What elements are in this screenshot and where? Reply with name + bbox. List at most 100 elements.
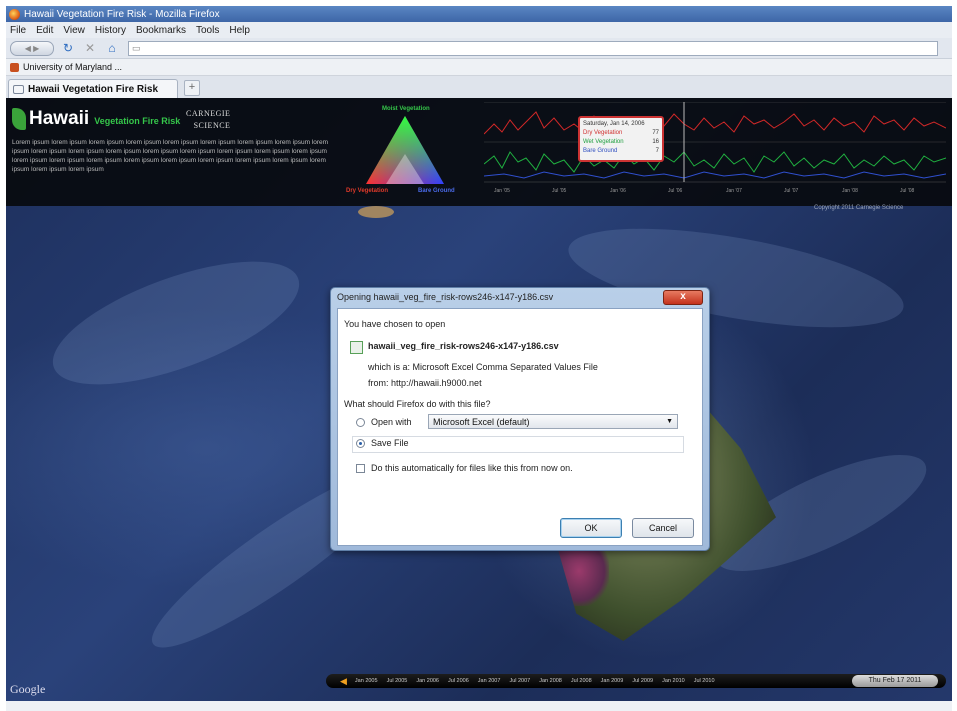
- partner-line2: SCIENCE: [193, 121, 231, 130]
- chart-tick: Jan '05: [494, 188, 510, 194]
- chart-tick: Jul '06: [668, 188, 683, 194]
- stop-icon[interactable]: ✕: [82, 40, 98, 56]
- copyright-text: Copyright 2011 Carnegie Science: [814, 205, 904, 211]
- wet-vegetation-series: [484, 151, 946, 173]
- timeline-current-date[interactable]: Thu Feb 17 2011: [852, 675, 938, 687]
- vegetation-timeseries-chart[interactable]: Jan '05 Jul '05 Jan '06 Jul '06 Jan '07 …: [484, 102, 946, 197]
- open-with-select[interactable]: Microsoft Excel (default) ▼: [428, 414, 678, 429]
- description-text: Lorem ipsum lorem ipsum lorem ipsum lore…: [12, 139, 329, 173]
- app-header: Hawaii Vegetation Fire Risk CARNEGIE SCI…: [6, 98, 952, 206]
- cancel-button[interactable]: Cancel: [632, 518, 694, 538]
- seafloor-ridge: [38, 236, 314, 410]
- firefox-icon: [9, 8, 20, 20]
- timeline-tick: Jul 2006: [448, 678, 469, 684]
- menu-file[interactable]: File: [10, 25, 26, 36]
- leaf-icon: [12, 108, 26, 130]
- menu-view[interactable]: View: [63, 25, 85, 36]
- tooltip-date: Saturday, Jan 14, 2006: [583, 121, 645, 127]
- tooltip-wet-label: Wet Vegetation: [583, 139, 624, 145]
- auto-action-checkbox[interactable]: [356, 464, 365, 473]
- open-with-value: Microsoft Excel (default): [433, 416, 530, 427]
- tooltip-bare-label: Bare Ground: [583, 148, 618, 154]
- tab-label: Hawaii Vegetation Fire Risk: [28, 83, 159, 95]
- tab-hawaii[interactable]: Hawaii Vegetation Fire Risk: [8, 79, 178, 98]
- timeline-tick: Jan 2007: [477, 678, 501, 684]
- tab-page-icon: [13, 84, 24, 94]
- timeline-tick: Jan 2005: [354, 678, 378, 684]
- timeline-tick: Jan 2008: [539, 678, 562, 684]
- tooltip-dry-value: 77: [652, 130, 659, 136]
- chart-tick: Jan '06: [610, 188, 626, 194]
- tab-bar: Hawaii Vegetation Fire Risk +: [6, 76, 952, 98]
- new-tab-button[interactable]: +: [184, 80, 200, 96]
- reload-icon[interactable]: ↻: [60, 40, 76, 56]
- app-logo: Hawaii Vegetation Fire Risk: [12, 108, 180, 130]
- csv-file-icon: [350, 341, 363, 354]
- page-icon: ▭: [132, 42, 141, 53]
- partner-line1: CARNEGIE: [186, 109, 231, 118]
- triangle-label-moist: Moist Vegetation: [382, 106, 430, 112]
- timeline-tick: Jul 2009: [632, 678, 654, 684]
- dialog-filename: hawaii_veg_fire_risk-rows246-x147-y186.c…: [368, 341, 559, 351]
- timeline-tick: Jan 2009: [600, 678, 624, 684]
- ok-button[interactable]: OK: [560, 518, 622, 538]
- auto-action-label[interactable]: Do this automatically for files like thi…: [371, 463, 573, 473]
- triangle-label-dry: Dry Vegetation: [346, 188, 389, 194]
- window-title: Hawaii Vegetation Fire Risk - Mozilla Fi…: [24, 8, 220, 20]
- save-file-label[interactable]: Save File: [371, 438, 409, 448]
- bookmark-item[interactable]: University of Maryland ...: [23, 62, 122, 72]
- timeline-tick: Jul 2008: [570, 678, 592, 684]
- tooltip-dry-label: Dry Vegetation: [583, 130, 623, 136]
- bookmark-icon: [10, 62, 19, 72]
- menu-bar: File Edit View History Bookmarks Tools H…: [6, 22, 952, 38]
- time-slider[interactable]: ◀ Jan 2005 Jul 2005 Jan 2006 Jul 2006 Ja…: [326, 674, 946, 688]
- chart-tooltip: Saturday, Jan 14, 2006 Dry Vegetation 77 …: [578, 116, 664, 162]
- chart-tick: Jan '07: [726, 188, 742, 194]
- back-forward-buttons[interactable]: ◀ ▶: [10, 40, 54, 56]
- island-map: [358, 206, 394, 218]
- menu-tools[interactable]: Tools: [196, 25, 219, 36]
- dialog-body: You have chosen to open hawaii_veg_fire_…: [337, 308, 703, 546]
- dry-vegetation-series: [484, 111, 946, 135]
- timeline-tick: Jul 2010: [693, 678, 715, 684]
- dialog-intro: You have chosen to open: [344, 319, 446, 329]
- tooltip-wet-value: 16: [652, 139, 659, 145]
- download-dialog: Opening hawaii_veg_fire_risk-rows246-x14…: [330, 287, 710, 551]
- timeline-tick: Jan 2006: [416, 678, 439, 684]
- dialog-close-button[interactable]: x: [663, 290, 703, 305]
- open-with-label[interactable]: Open with: [371, 417, 412, 427]
- timeline-tick: Jul 2005: [386, 678, 408, 684]
- menu-history[interactable]: History: [95, 25, 126, 36]
- bare-ground-series: [484, 171, 946, 179]
- dialog-filetype: which is a: Microsoft Excel Comma Separa…: [368, 362, 598, 372]
- color-triangle-legend: [366, 116, 444, 184]
- bookmarks-toolbar: University of Maryland ...: [6, 59, 952, 76]
- navigation-toolbar: ◀ ▶ ↻ ✕ ⌂ ▭: [6, 38, 952, 59]
- dialog-question: What should Firefox do with this file?: [344, 399, 491, 409]
- chart-tick: Jul '08: [900, 188, 915, 194]
- status-bar: [6, 701, 952, 711]
- window-titlebar: Hawaii Vegetation Fire Risk - Mozilla Fi…: [6, 6, 952, 22]
- triangle-label-bare: Bare Ground: [418, 188, 455, 194]
- google-attribution: Google: [10, 682, 46, 696]
- home-icon[interactable]: ⌂: [104, 40, 120, 56]
- url-bar[interactable]: ▭: [128, 40, 938, 56]
- logo-main: Hawaii: [29, 108, 90, 129]
- tooltip-bare-value: 7: [655, 148, 659, 154]
- logo-subtitle: Vegetation Fire Risk: [94, 116, 181, 126]
- dialog-title: Opening hawaii_veg_fire_risk-rows246-x14…: [337, 292, 554, 302]
- chevron-down-icon: ▼: [666, 418, 673, 425]
- timeline-prev-icon[interactable]: ◀: [340, 676, 347, 687]
- timeline-tick: Jul 2007: [509, 678, 531, 684]
- save-file-radio[interactable]: [356, 439, 365, 448]
- timeline-tick: Jan 2010: [662, 678, 685, 684]
- menu-help[interactable]: Help: [229, 25, 250, 36]
- partner-logo: CARNEGIE SCIENCE: [186, 108, 230, 132]
- chart-tick: Jul '05: [552, 188, 567, 194]
- chart-tick: Jan '08: [842, 188, 858, 194]
- menu-bookmarks[interactable]: Bookmarks: [136, 25, 186, 36]
- menu-edit[interactable]: Edit: [36, 25, 53, 36]
- chart-tick: Jul '07: [784, 188, 799, 194]
- open-with-radio[interactable]: [356, 418, 365, 427]
- dialog-source: from: http://hawaii.h9000.net: [368, 378, 482, 388]
